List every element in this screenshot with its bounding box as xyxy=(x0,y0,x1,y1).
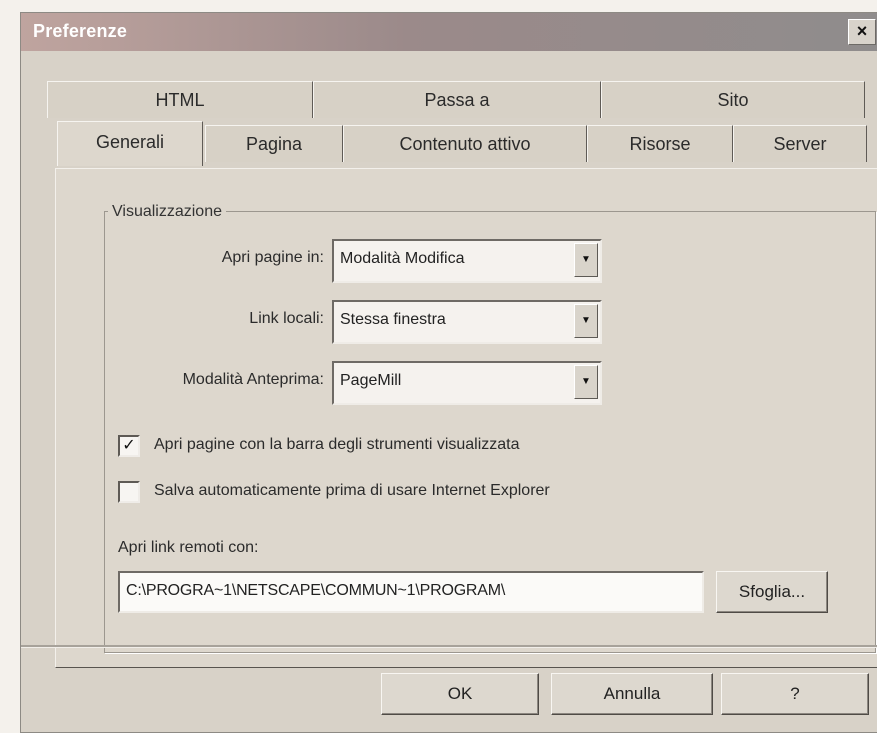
tab-panel-generali: Visualizzazione Apri pagine in: Modalità… xyxy=(55,168,877,668)
tab-contenuto-attivo[interactable]: Contenuto attivo xyxy=(343,125,587,162)
open-pages-select[interactable]: Modalità Modifica ▼ xyxy=(332,239,602,283)
dropdown-arrow-icon[interactable]: ▼ xyxy=(574,304,598,338)
dropdown-arrow-icon[interactable]: ▼ xyxy=(574,365,598,399)
tab-generali[interactable]: Generali xyxy=(57,121,203,166)
divider xyxy=(21,645,877,648)
browse-button[interactable]: Sfoglia... xyxy=(716,571,828,613)
cancel-button[interactable]: Annulla xyxy=(551,673,713,715)
tab-risorse[interactable]: Risorse xyxy=(587,125,733,162)
dropdown-arrow-icon[interactable]: ▼ xyxy=(574,243,598,277)
remote-app-path-input[interactable]: C:\PROGRA~1\NETSCAPE\COMMUN~1\PROGRAM\ xyxy=(118,571,704,613)
local-links-value: Stessa finestra xyxy=(340,311,446,328)
close-button[interactable]: × xyxy=(848,19,876,45)
tab-server[interactable]: Server xyxy=(733,125,867,162)
toolbar-visible-checkbox[interactable]: ✓ xyxy=(118,435,140,457)
help-button[interactable]: ? xyxy=(721,673,869,715)
autosave-checkbox[interactable] xyxy=(118,481,140,503)
preview-mode-select[interactable]: PageMill ▼ xyxy=(332,361,602,405)
remote-links-label: Apri link remoti con: xyxy=(118,539,259,556)
tab-html[interactable]: HTML xyxy=(47,81,313,118)
local-links-label: Link locali: xyxy=(249,310,324,327)
tab-passa-a[interactable]: Passa a xyxy=(313,81,601,118)
title-bar[interactable]: Preferenze × xyxy=(21,13,877,51)
open-pages-label: Apri pagine in: xyxy=(221,249,324,266)
toolbar-visible-label[interactable]: Apri pagine con la barra degli strumenti… xyxy=(154,436,520,454)
ok-button[interactable]: OK xyxy=(381,673,539,715)
preferences-dialog: Preferenze × HTML Passa a Sito Generali … xyxy=(20,12,877,733)
open-pages-value: Modalità Modifica xyxy=(340,250,465,267)
autosave-label[interactable]: Salva automaticamente prima di usare Int… xyxy=(154,482,550,500)
tab-sito[interactable]: Sito xyxy=(601,81,865,118)
local-links-select[interactable]: Stessa finestra ▼ xyxy=(332,300,602,344)
remote-app-path-value: C:\PROGRA~1\NETSCAPE\COMMUN~1\PROGRAM\ xyxy=(126,582,506,599)
preview-mode-value: PageMill xyxy=(340,372,402,389)
tab-pagina[interactable]: Pagina xyxy=(205,125,343,162)
dialog-title: Preferenze xyxy=(33,21,128,41)
group-title: Visualizzazione xyxy=(108,203,226,221)
preview-mode-label: Modalità Anteprima: xyxy=(182,371,324,388)
